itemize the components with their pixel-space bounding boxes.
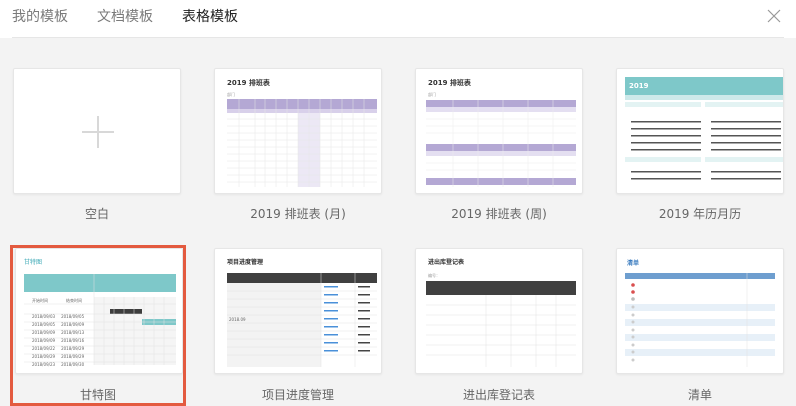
close-icon[interactable] [766,8,782,24]
gantt-col-end: 结束时间 [66,298,82,303]
template-card-blank[interactable] [13,68,181,194]
template-label-gantt: 甘特图 [79,388,116,402]
template-card-calendar[interactable]: 2019 [616,68,784,194]
plus-icon [82,116,114,148]
checklist-thumbnail [625,273,775,367]
template-label-schedule-month: 2019 排班表 (月) [250,207,346,221]
template-dialog: 我的模板 文档模板 表格模板 空白 2019 排班表 部门 2019 排班表 (… [0,0,796,406]
gantt-start-date: 2018/09/23 [32,362,56,367]
template-label-blank: 空白 [84,207,109,221]
template-card-project-progress[interactable]: 项目进度管理 2018.09 [214,248,382,374]
template-label-checklist: 清单 [687,388,712,402]
template-card-checklist[interactable]: 清单 [616,248,784,374]
gantt-end-date: 2018/09/16 [61,338,85,343]
template-label-calendar: 2019 年历月历 [658,207,742,221]
template-card-schedule-week[interactable]: 2019 排班表 部门 [415,68,583,194]
template-label-project-progress: 项目进度管理 [261,388,334,402]
gantt-col-start: 开始时间 [32,298,48,303]
stock-register-thumbnail [426,281,576,367]
gantt-start-date: 2018/09/09 [32,330,56,335]
gantt-rows: 2018/09/03 2018/09/05 2018/09/05 2018/09/0… [32,315,84,371]
thumb-title: 2019 [629,82,649,90]
project-progress-thumbnail [227,273,377,367]
schedule-week-thumbnail [426,100,576,187]
gantt-start-date: 2018/09/29 [32,354,56,359]
template-label-schedule-week: 2019 排班表 (周) [451,207,547,221]
template-label-stock-register: 进出库登记表 [462,388,535,402]
gantt-start-date: 2018/09/09 [32,338,56,343]
gantt-row: 2018/09/23 2018/09/30 [32,363,84,371]
gantt-end-date: 2018/09/29 [61,354,85,359]
gantt-start-date: 2018/09/05 [32,322,56,327]
template-card-gantt[interactable]: 甘特图 开始时间 结束时间 2018/09/03 2018/09/05 2018/… [15,248,183,374]
template-card-stock-register[interactable]: 进出库登记表 编号： [415,248,583,374]
template-tabs: 我的模板 文档模板 表格模板 [12,0,267,40]
template-card-schedule-month[interactable]: 2019 排班表 部门 [214,68,382,194]
gantt-start-date: 2018/09/22 [32,346,56,351]
gantt-end-date: 2018/09/29 [61,346,85,351]
schedule-month-thumbnail [227,99,377,187]
gantt-end-date: 2018/09/30 [61,362,85,367]
gantt-end-date: 2018/09/05 [61,314,85,319]
gantt-start-date: 2018/09/03 [32,314,56,319]
gantt-end-date: 2018/09/13 [61,330,85,335]
tab-my-templates[interactable]: 我的模板 [12,0,68,38]
gantt-end-date: 2018/09/09 [61,322,85,327]
tab-document-templates[interactable]: 文档模板 [97,0,153,38]
tab-sheet-templates[interactable]: 表格模板 [182,0,238,40]
progress-stage: 2018.09 [229,317,246,322]
